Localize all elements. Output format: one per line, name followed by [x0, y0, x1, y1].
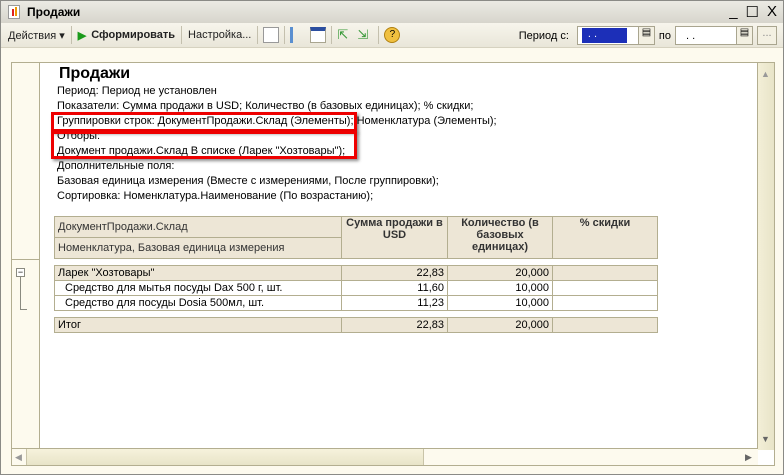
- separator: [378, 26, 380, 44]
- separator: [284, 26, 286, 44]
- highlight-box-grouping: [51, 112, 357, 132]
- cell-name: Итог: [54, 317, 342, 333]
- collapse-groups-icon[interactable]: ⇲: [357, 27, 373, 43]
- cell-sum: 11,60: [341, 280, 448, 296]
- period-to-input[interactable]: . . ▤: [675, 26, 753, 45]
- scroll-down-icon[interactable]: ▼: [761, 434, 770, 444]
- report-param: Базовая единица измерения (Вместе с изме…: [57, 175, 439, 187]
- header-discount: % скидки: [552, 216, 658, 259]
- separator: [181, 26, 183, 44]
- cell-discount: [552, 295, 658, 311]
- period-to-label: по: [658, 29, 671, 42]
- header-item: Номенклатура, Базовая единица измерения: [54, 237, 342, 259]
- report-param: Период: Период не установлен: [57, 85, 217, 97]
- separator: [70, 26, 72, 44]
- report-param: Показатели: Сумма продажи в USD; Количес…: [57, 100, 474, 112]
- maximize-button[interactable]: ☐: [746, 3, 759, 21]
- table-row[interactable]: Средство для посуды Dosia 500мл, шт. 11,2…: [54, 295, 658, 311]
- scroll-thumb[interactable]: [26, 449, 424, 465]
- header-sum: Сумма продажи в USD: [341, 216, 448, 259]
- calendar-icon[interactable]: ▤: [637, 27, 654, 44]
- scroll-up-icon[interactable]: ▲: [761, 69, 770, 79]
- cell-qty: 20,000: [447, 317, 553, 333]
- cell-name: Средство для посуды Dosia 500мл, шт.: [54, 295, 342, 311]
- table-view-icon[interactable]: [310, 27, 327, 43]
- cell-qty: 20,000: [447, 265, 553, 281]
- toolbar: Действия ▾ ▶ Сформировать Настройка... ⇱ …: [1, 23, 783, 48]
- period-select-button[interactable]: ...: [757, 26, 777, 45]
- report-spreadsheet[interactable]: − Продажи Период: Период не установлен П…: [11, 62, 775, 466]
- report-chart-icon[interactable]: [263, 27, 280, 43]
- period-from-input[interactable]: . . ▤: [576, 26, 655, 45]
- report-param: Сортировка: Номенклатура.Наименование (П…: [57, 190, 374, 202]
- report-title: Продажи: [59, 65, 131, 82]
- cell-qty: 10,000: [447, 295, 553, 311]
- cell-sum: 22,83: [341, 317, 448, 333]
- period-selector: Период с: . . ▤ по . . ▤ ...: [519, 26, 777, 45]
- cell-sum: 11,23: [341, 295, 448, 311]
- minimize-button[interactable]: _: [729, 3, 737, 21]
- scroll-left-icon[interactable]: ◀: [15, 452, 22, 463]
- vertical-scrollbar[interactable]: ▲ ▼: [757, 63, 774, 450]
- calendar-icon[interactable]: ▤: [736, 27, 752, 44]
- cell-discount: [552, 280, 658, 296]
- separator: [331, 26, 333, 44]
- highlight-box-filter: [51, 131, 357, 159]
- period-from-label: Период с:: [518, 29, 569, 42]
- collapse-group-icon[interactable]: −: [16, 268, 25, 277]
- scroll-right-icon[interactable]: ▶: [745, 452, 752, 463]
- table-row[interactable]: Средство для мытья посуды Dax 500 г, шт.…: [54, 280, 658, 296]
- play-icon: ▶: [77, 29, 87, 42]
- report-icon: [8, 5, 20, 19]
- period-to-value: . .: [686, 29, 696, 42]
- cell-qty: 10,000: [447, 280, 553, 296]
- grouping-gutter: −: [12, 63, 40, 449]
- actions-menu[interactable]: Действия ▾: [5, 25, 68, 45]
- title-bar: Продажи _ ☐ X: [1, 1, 783, 23]
- window-title: Продажи: [27, 5, 81, 19]
- cell-name: Средство для мытья посуды Dax 500 г, шт.: [54, 280, 342, 296]
- filter-tree-icon[interactable]: [290, 27, 306, 43]
- help-icon[interactable]: ?: [384, 27, 401, 43]
- cell-discount: [552, 317, 658, 333]
- group-tree-line: [20, 277, 27, 310]
- group-row[interactable]: Ларек "Хозтовары" 22,83 20,000: [54, 265, 658, 281]
- report-param: Дополнительные поля:: [57, 160, 175, 172]
- header-warehouse: ДокументПродажи.Склад: [54, 216, 342, 238]
- header-qty: Количество (в базовых единицах): [447, 216, 553, 259]
- generate-label: Сформировать: [91, 29, 176, 41]
- cell-name: Ларек "Хозтовары": [54, 265, 342, 281]
- settings-button[interactable]: Настройка...: [185, 25, 254, 45]
- cell-sum: 22,83: [341, 265, 448, 281]
- total-row[interactable]: Итог 22,83 20,000: [54, 317, 658, 333]
- report-table: ДокументПродажи.Склад Сумма продажи в USD…: [54, 216, 658, 333]
- report-window: Продажи _ ☐ X Действия ▾ ▶ Сформировать Н…: [0, 0, 784, 475]
- horizontal-scrollbar[interactable]: ◀ ▶: [12, 448, 758, 465]
- period-from-value: . .: [581, 28, 627, 43]
- cell-discount: [552, 265, 658, 281]
- close-button[interactable]: X: [767, 3, 777, 21]
- expand-groups-icon[interactable]: ⇱: [337, 27, 353, 43]
- separator: [257, 26, 259, 44]
- generate-button[interactable]: ▶ Сформировать: [75, 25, 178, 45]
